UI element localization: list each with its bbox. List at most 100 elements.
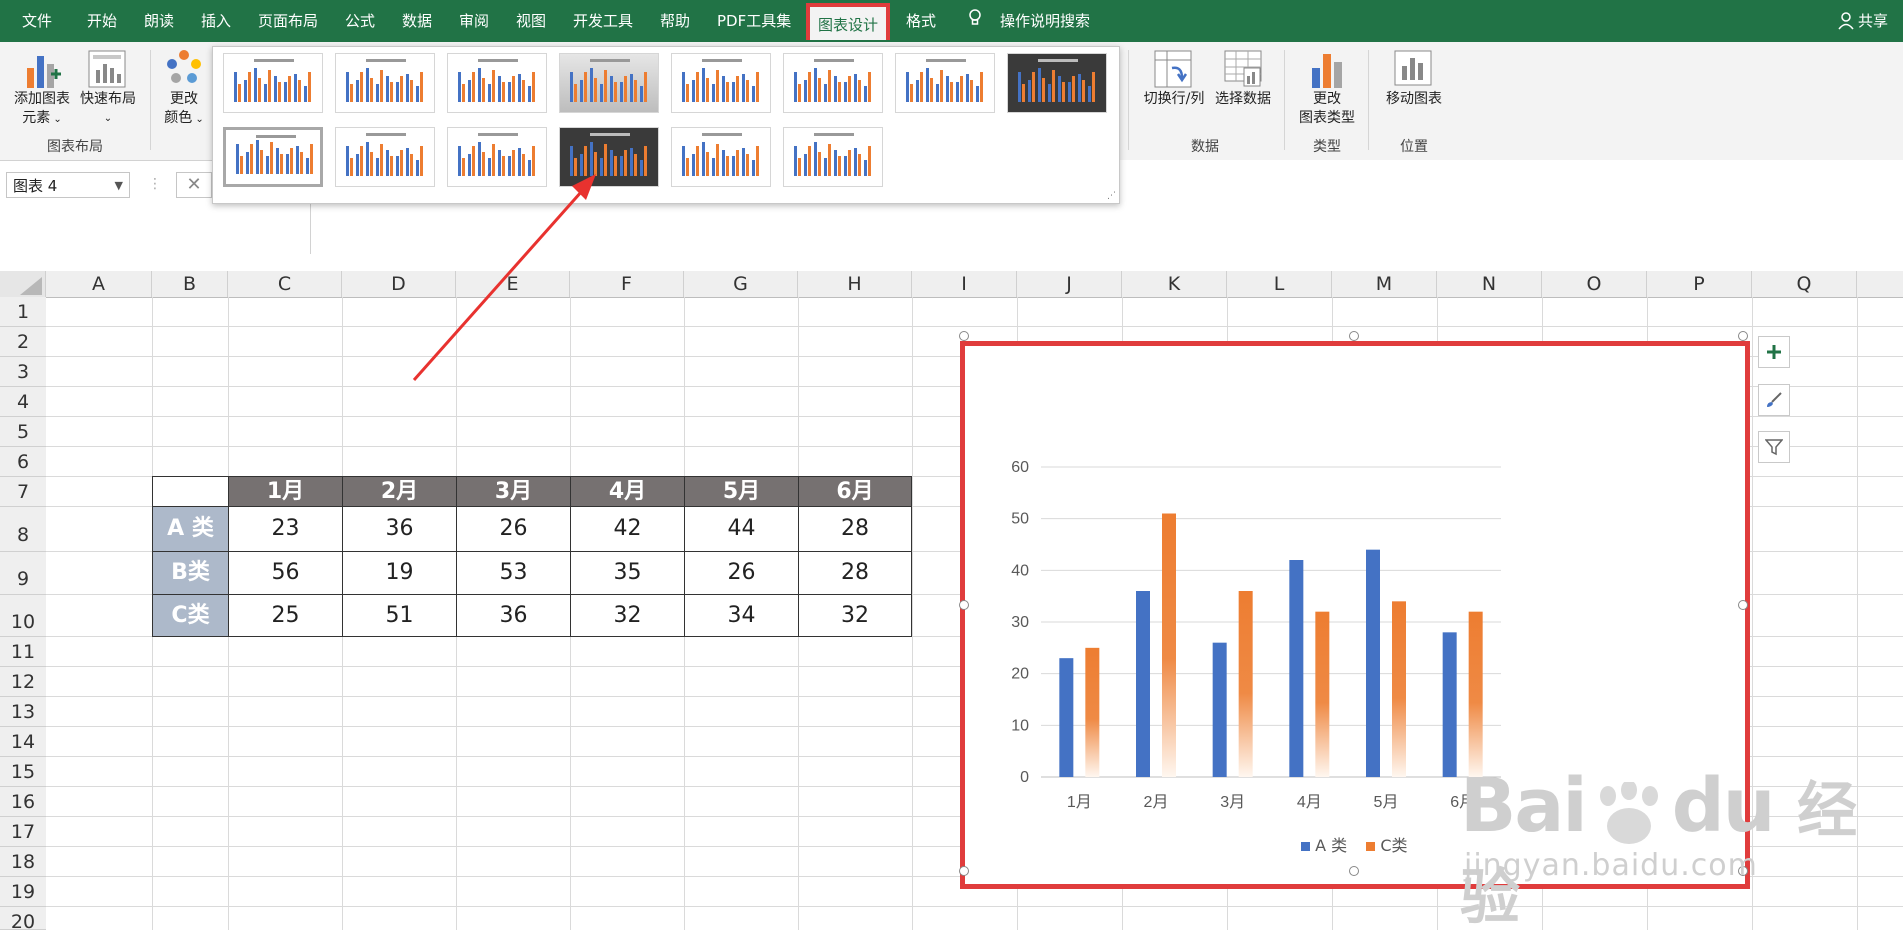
row-header[interactable]: 14 [0, 727, 46, 757]
row-header[interactable]: 17 [0, 817, 46, 847]
row-label-cell[interactable]: B类 [152, 551, 229, 595]
column-header[interactable]: N [1437, 271, 1542, 297]
tab-formulas[interactable]: 公式 [345, 0, 375, 42]
tab-view[interactable]: 视图 [516, 0, 546, 42]
row-header[interactable]: 12 [0, 667, 46, 697]
row-header[interactable]: 11 [0, 637, 46, 667]
bar-c-6[interactable] [1468, 611, 1483, 777]
row-header[interactable]: 1 [0, 297, 46, 327]
row-header[interactable]: 9 [0, 552, 46, 595]
chart-style-thumbnail[interactable] [671, 127, 771, 187]
resize-grip-icon[interactable]: ⋰ [1107, 191, 1116, 201]
table-cell[interactable]: 42 [570, 506, 685, 552]
row-header[interactable]: 6 [0, 447, 46, 477]
tab-insert[interactable]: 插入 [201, 0, 231, 42]
tab-developer[interactable]: 开发工具 [573, 0, 633, 42]
column-header[interactable]: L [1227, 271, 1332, 297]
column-header[interactable]: M [1332, 271, 1437, 297]
row-header[interactable]: 2 [0, 327, 46, 357]
tab-format[interactable]: 格式 [906, 0, 936, 42]
add-chart-element-button[interactable]: 添加图表 元素 ⌄ [8, 90, 76, 129]
month-header-cell[interactable]: 2月 [342, 476, 457, 507]
table-cell[interactable]: 35 [570, 551, 685, 595]
chart-style-thumbnail[interactable] [671, 53, 771, 113]
table-cell[interactable]: 44 [684, 506, 799, 552]
name-box[interactable]: 图表 4 ▼ [6, 172, 130, 198]
cancel-icon[interactable]: ✕ [176, 172, 212, 198]
chart-style-thumbnail[interactable] [223, 127, 323, 187]
share-button[interactable]: 共享 [1858, 0, 1888, 42]
chart-style-thumbnail[interactable] [1007, 53, 1107, 113]
column-header[interactable]: P [1647, 271, 1752, 297]
tab-review[interactable]: 审阅 [459, 0, 489, 42]
quick-layout-button[interactable]: 快速布局 ⌄ [76, 90, 140, 128]
table-cell[interactable]: 32 [570, 594, 685, 637]
column-header[interactable]: K [1122, 271, 1227, 297]
row-header[interactable]: 3 [0, 357, 46, 387]
select-data-button[interactable]: 选择数据 [1210, 90, 1276, 109]
column-header[interactable]: I [912, 271, 1017, 297]
column-header[interactable]: J [1017, 271, 1122, 297]
row-header[interactable]: 4 [0, 387, 46, 417]
month-header-cell[interactable]: 3月 [456, 476, 571, 507]
bar-a-4[interactable] [1289, 560, 1304, 777]
column-header[interactable]: C [228, 271, 342, 297]
tab-read-aloud[interactable]: 朗读 [144, 0, 174, 42]
row-label-cell[interactable]: C类 [152, 594, 229, 637]
column-header[interactable]: A [46, 271, 152, 297]
tell-me-search[interactable]: 操作说明搜索 [1000, 0, 1090, 42]
table-cell[interactable]: 26 [456, 506, 571, 552]
bar-c-1[interactable] [1085, 647, 1100, 777]
resize-handle[interactable] [959, 331, 969, 341]
month-header-cell[interactable]: 1月 [228, 476, 343, 507]
table-cell[interactable]: 28 [798, 551, 912, 595]
resize-handle[interactable] [1349, 331, 1359, 341]
bar-a-2[interactable] [1136, 591, 1150, 777]
select-all-corner[interactable] [0, 271, 46, 297]
month-header-cell[interactable]: 4月 [570, 476, 685, 507]
tab-help[interactable]: 帮助 [660, 0, 690, 42]
bar-a-5[interactable] [1366, 549, 1380, 777]
bar-c-3[interactable] [1238, 591, 1253, 777]
table-cell[interactable]: 56 [228, 551, 343, 595]
bar-c-5[interactable] [1392, 601, 1406, 777]
tab-home[interactable]: 开始 [87, 0, 117, 42]
table-cell[interactable]: 34 [684, 594, 799, 637]
resize-handle[interactable] [1738, 600, 1748, 610]
chart-style-thumbnail[interactable] [223, 53, 323, 113]
chart-style-thumbnail[interactable] [783, 127, 883, 187]
tab-file[interactable]: 文件 [22, 0, 52, 42]
change-colors-button[interactable]: 更改 颜色 ⌄ [158, 90, 210, 129]
chart-style-thumbnail[interactable] [335, 53, 435, 113]
move-chart-button[interactable]: 移动图表 [1376, 90, 1452, 109]
column-header[interactable]: B [152, 271, 228, 297]
tab-pdf-tools[interactable]: PDF工具集 [717, 0, 791, 42]
column-header[interactable]: Q [1752, 271, 1857, 297]
resize-handle[interactable] [959, 600, 969, 610]
row-header[interactable]: 15 [0, 757, 46, 787]
row-header[interactable]: 20 [0, 907, 46, 933]
month-header-cell[interactable]: 6月 [798, 476, 912, 507]
switch-row-column-button[interactable]: 切换行/列 [1138, 90, 1210, 109]
row-header[interactable]: 5 [0, 417, 46, 447]
row-header[interactable]: 19 [0, 877, 46, 907]
bar-c-4[interactable] [1315, 611, 1330, 777]
table-cell[interactable]: 23 [228, 506, 343, 552]
table-cell[interactable]: 36 [456, 594, 571, 637]
row-header[interactable]: 10 [0, 595, 46, 637]
bar-c-2[interactable] [1162, 513, 1176, 778]
table-cell[interactable]: 19 [342, 551, 457, 595]
change-chart-type-button[interactable]: 更改 图表类型 [1292, 90, 1362, 128]
table-cell[interactable]: 53 [456, 551, 571, 595]
chart-style-thumbnail[interactable] [895, 53, 995, 113]
table-cell[interactable]: 32 [798, 594, 912, 637]
resize-handle[interactable] [959, 866, 969, 876]
tab-data[interactable]: 数据 [402, 0, 432, 42]
table-cell[interactable]: 28 [798, 506, 912, 552]
chart-style-thumbnail[interactable] [783, 53, 883, 113]
month-header-cell[interactable]: 5月 [684, 476, 799, 507]
bar-a-1[interactable] [1059, 658, 1074, 777]
table-corner-cell[interactable] [152, 476, 229, 507]
row-header[interactable]: 13 [0, 697, 46, 727]
chart-legend[interactable]: A 类 C类 [1301, 832, 1408, 856]
